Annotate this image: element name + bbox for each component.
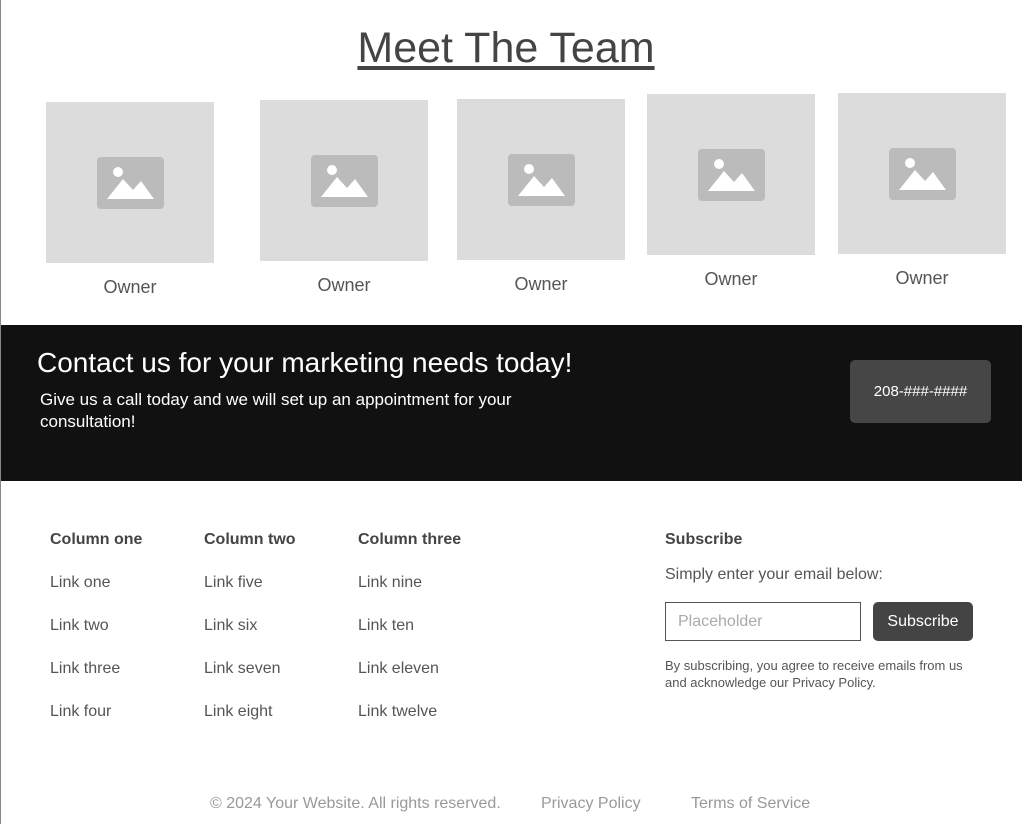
footer-column-two: Column two Link five Link six Link seven… (204, 531, 296, 746)
subscribe-title: Subscribe (665, 531, 743, 548)
member-photo (838, 93, 1006, 254)
team-title: Meet The Team (357, 24, 655, 72)
privacy-policy-link[interactable]: Privacy Policy (541, 795, 641, 813)
footer-link-four[interactable]: Link four (50, 703, 142, 722)
member-photo (46, 102, 214, 263)
column-title: Column three (358, 531, 462, 548)
contact-cta-section: Contact us for your marketing needs toda… (1, 325, 1022, 481)
member-photo (647, 94, 815, 255)
subscribe-description: Simply enter your email below: (665, 566, 883, 583)
footer-link-eleven[interactable]: Link eleven (358, 660, 461, 679)
subscribe-note: By subscribing, you agree to receive ema… (665, 658, 963, 690)
member-role: Owner (103, 277, 157, 297)
member-role: Owner (514, 274, 568, 294)
team-member-5: Owner (838, 93, 1006, 289)
image-placeholder-icon (888, 147, 956, 200)
cta-subtext: Give us a call today and we will set up … (40, 390, 512, 431)
phone-call-button[interactable]: 208-###-#### (850, 360, 991, 423)
image-placeholder-icon (96, 156, 164, 209)
subscribe-section: Subscribe Simply enter your email below:… (665, 531, 985, 690)
column-title: Column two (204, 531, 296, 548)
team-member-4: Owner (647, 94, 815, 290)
footer-column-three: Column three Link nine Link ten Link ele… (358, 531, 461, 746)
terms-of-service-link[interactable]: Terms of Service (691, 795, 810, 813)
member-photo (457, 99, 625, 260)
image-placeholder-icon (507, 153, 575, 206)
footer-link-three[interactable]: Link three (50, 660, 142, 679)
member-photo (260, 100, 428, 261)
team-member-1: Owner (46, 102, 214, 298)
footer-link-nine[interactable]: Link nine (358, 574, 461, 593)
image-placeholder-icon (697, 148, 765, 201)
member-role: Owner (895, 268, 949, 288)
footer-link-seven[interactable]: Link seven (204, 660, 296, 679)
member-role: Owner (317, 275, 371, 295)
footer-bottom-bar: © 2024 Your Website. All rights reserved… (1, 795, 1022, 815)
copyright-text: © 2024 Your Website. All rights reserved… (210, 795, 501, 812)
image-placeholder-icon (310, 154, 378, 207)
member-role: Owner (704, 269, 758, 289)
footer-link-two[interactable]: Link two (50, 617, 142, 636)
column-title: Column one (50, 531, 143, 548)
footer-link-twelve[interactable]: Link twelve (358, 703, 461, 722)
footer-link-five[interactable]: Link five (204, 574, 296, 593)
footer-link-six[interactable]: Link six (204, 617, 296, 636)
footer-column-one: Column one Link one Link two Link three … (50, 531, 142, 746)
footer-link-one[interactable]: Link one (50, 574, 142, 593)
subscribe-button[interactable]: Subscribe (873, 602, 973, 641)
team-member-3: Owner (457, 99, 625, 295)
cta-heading: Contact us for your marketing needs toda… (37, 347, 573, 378)
footer-link-ten[interactable]: Link ten (358, 617, 461, 636)
team-member-2: Owner (260, 100, 428, 296)
footer-link-eight[interactable]: Link eight (204, 703, 296, 722)
email-input[interactable] (665, 602, 861, 641)
